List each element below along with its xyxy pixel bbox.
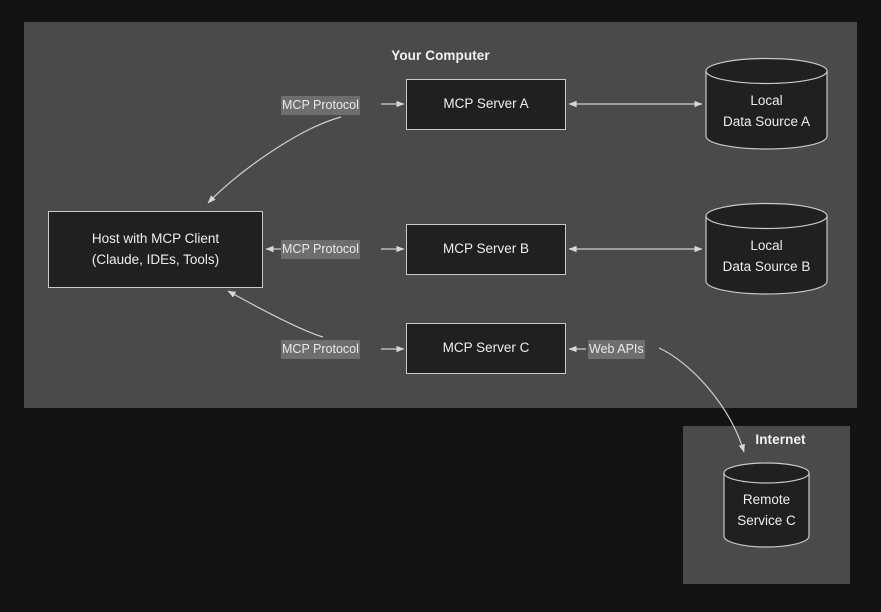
group-internet-label: Internet <box>755 432 806 447</box>
node-mcp-server-b-label: MCP Server B <box>442 241 530 257</box>
node-mcp-server-c[interactable]: MCP Server C <box>406 323 566 374</box>
edge-label-web-apis: Web APIs <box>588 340 645 359</box>
node-mcp-server-a-label: MCP Server A <box>443 96 529 112</box>
edge-label-mcp-protocol-c: MCP Protocol <box>281 340 360 359</box>
node-mcp-server-a[interactable]: MCP Server A <box>406 79 566 130</box>
node-local-data-source-b[interactable]: Local Data Source B <box>705 202 828 295</box>
node-remote-service-c[interactable]: Remote Service C <box>723 462 810 548</box>
node-host-line2: (Claude, IDEs, Tools) <box>91 251 220 267</box>
node-mcp-server-c-label: MCP Server C <box>442 340 530 356</box>
database-cylinder-icon <box>723 462 810 548</box>
node-host-with-mcp-client[interactable]: Host with MCP Client (Claude, IDEs, Tool… <box>48 211 263 288</box>
node-mcp-server-b[interactable]: MCP Server B <box>406 224 566 275</box>
edge-label-mcp-protocol-b: MCP Protocol <box>281 240 360 259</box>
database-cylinder-icon <box>705 202 828 295</box>
database-cylinder-icon <box>705 57 828 150</box>
node-host-line1: Host with MCP Client <box>91 230 220 246</box>
edge-label-mcp-protocol-a: MCP Protocol <box>281 96 360 115</box>
diagram-canvas: Your Computer Internet Host with MCP Cli… <box>0 0 881 612</box>
node-local-data-source-a[interactable]: Local Data Source A <box>705 57 828 150</box>
